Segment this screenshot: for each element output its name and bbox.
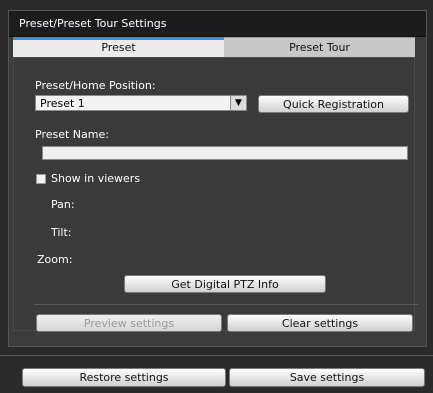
preset-name-input[interactable]	[42, 146, 408, 160]
home-position-label: Preset/Home Position:	[35, 79, 156, 92]
save-settings-button[interactable]: Save settings	[229, 368, 425, 387]
tab-preset[interactable]: Preset	[13, 37, 224, 57]
restore-settings-button[interactable]: Restore settings	[22, 368, 226, 387]
show-in-viewers-checkbox[interactable]	[36, 174, 46, 184]
zoom-label: Zoom:	[37, 253, 73, 266]
panel-title: Preset/Preset Tour Settings	[9, 11, 426, 37]
tab-preset-tour[interactable]: Preset Tour	[224, 37, 415, 57]
tab-bar: Preset Preset Tour	[13, 37, 415, 57]
pan-label: Pan:	[51, 198, 75, 211]
preset-position-select[interactable]: Preset 1 ▼	[35, 95, 247, 111]
preview-settings-button[interactable]: Preview settings	[36, 314, 222, 332]
get-digital-ptz-info-button[interactable]: Get Digital PTZ Info	[124, 275, 326, 293]
dropdown-arrow-icon[interactable]: ▼	[230, 96, 246, 110]
clear-settings-button[interactable]: Clear settings	[227, 314, 413, 332]
section-divider	[34, 304, 418, 305]
preset-position-value: Preset 1	[40, 97, 85, 110]
quick-registration-button[interactable]: Quick Registration	[258, 95, 409, 113]
preset-name-label: Preset Name:	[35, 128, 109, 141]
show-in-viewers-label: Show in viewers	[51, 172, 141, 185]
tilt-label: Tilt:	[51, 226, 72, 239]
